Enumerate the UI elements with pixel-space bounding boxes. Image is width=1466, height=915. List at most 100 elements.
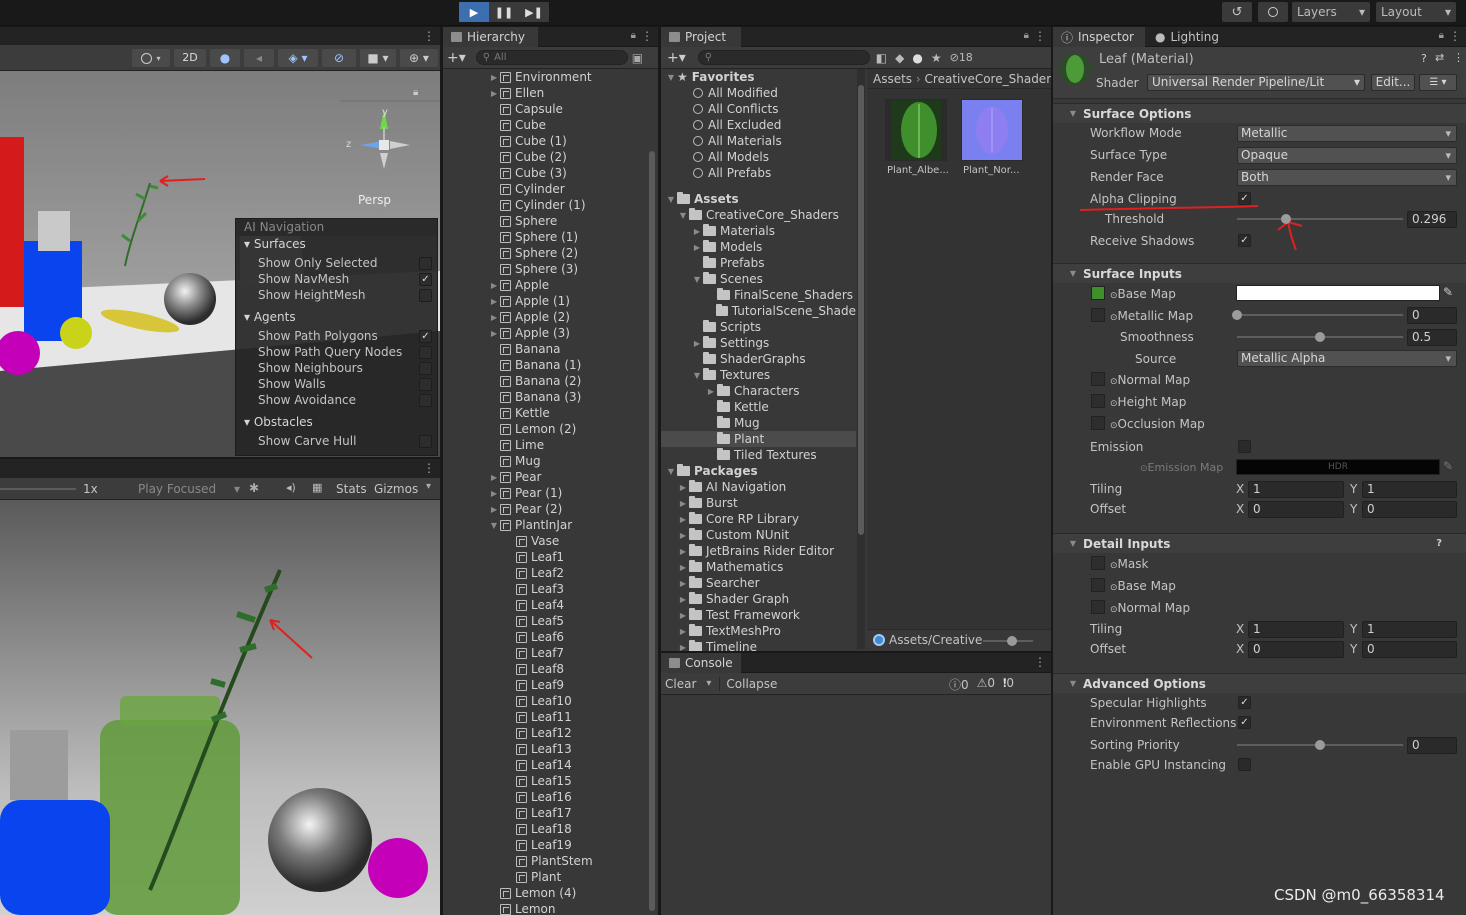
hierarchy-item[interactable]: Leaf17: [488, 805, 658, 821]
asset-plant-albedo[interactable]: [885, 99, 947, 161]
project-tree-item[interactable]: ▶ Custom NUnit: [661, 527, 856, 543]
tab-lighting[interactable]: ● Lighting: [1147, 27, 1227, 47]
occlusion-map-texture-slot[interactable]: [1091, 416, 1105, 430]
collapsed-arrow-icon[interactable]: ▶: [691, 339, 703, 348]
asset-plant-normal[interactable]: [961, 99, 1023, 161]
project-tree-item[interactable]: ▶ Timeline: [661, 639, 856, 651]
project-tree-item[interactable]: ▶ Test Framework: [661, 607, 856, 623]
collapsed-arrow-icon[interactable]: ▶: [488, 505, 500, 514]
collapsed-arrow-icon[interactable]: ▶: [677, 547, 689, 556]
hierarchy-item[interactable]: ▶ Apple: [488, 277, 658, 293]
log-filter-toggle[interactable]: ⓘ0: [949, 676, 969, 693]
hierarchy-item[interactable]: Cube (3): [488, 165, 658, 181]
project-tree-item[interactable]: Mug: [661, 415, 856, 431]
collapsed-arrow-icon[interactable]: ▶: [488, 297, 500, 306]
add-icon[interactable]: +▾: [447, 50, 466, 66]
stats-toggle[interactable]: Stats: [336, 482, 367, 496]
effects-dropdown[interactable]: ◈ ▾: [278, 49, 318, 67]
pause-button[interactable]: ❚❚: [489, 2, 519, 22]
detail-offset-x-field[interactable]: 0: [1248, 641, 1344, 658]
collapsed-arrow-icon[interactable]: ▶: [488, 89, 500, 98]
object-picker-icon[interactable]: ⊙: [1110, 377, 1118, 387]
breadcrumb-assets[interactable]: Assets: [873, 72, 912, 86]
project-tree-item[interactable]: Kettle: [661, 399, 856, 415]
hierarchy-item[interactable]: Leaf16: [488, 789, 658, 805]
detail-normal-map-texture-slot[interactable]: [1091, 600, 1105, 614]
obstacles-foldout[interactable]: ▾ Obstacles: [244, 415, 313, 429]
mute-audio-icon[interactable]: ◂): [286, 481, 296, 494]
hierarchy-item[interactable]: Leaf1: [488, 549, 658, 565]
project-tree-item[interactable]: ShaderGraphs: [661, 351, 856, 367]
hierarchy-item[interactable]: ▶ Apple (1): [488, 293, 658, 309]
hierarchy-item[interactable]: Banana: [488, 341, 658, 357]
metallic-slider-track[interactable]: [1237, 314, 1403, 316]
edit-shader-button[interactable]: Edit...: [1371, 74, 1415, 91]
hierarchy-item[interactable]: Lime: [488, 437, 658, 453]
project-tree-item[interactable]: All Prefabs: [661, 165, 856, 181]
lighting-toggle[interactable]: ●: [210, 49, 240, 67]
search-button[interactable]: [1258, 2, 1288, 22]
project-tree-item[interactable]: ▶ JetBrains Rider Editor: [661, 543, 856, 559]
project-tree-item[interactable]: ▶ Mathematics: [661, 559, 856, 575]
project-tree-item[interactable]: ▶ Characters: [661, 383, 856, 399]
collapsed-arrow-icon[interactable]: ▶: [677, 611, 689, 620]
tab-console[interactable]: Console: [661, 653, 741, 673]
lock-icon[interactable]: 🔒︎: [631, 30, 636, 41]
project-search-input[interactable]: ⚲: [697, 50, 870, 65]
environment-reflections-checkbox[interactable]: ✓: [1238, 716, 1251, 729]
offset-y-field[interactable]: 0: [1362, 501, 1457, 518]
detail-base-map-texture-slot[interactable]: [1091, 578, 1105, 592]
detail-tiling-x-field[interactable]: 1: [1248, 621, 1344, 638]
clear-button[interactable]: Clear: [665, 677, 696, 691]
render-face-dropdown[interactable]: Both: [1237, 169, 1457, 186]
surfaces-foldout[interactable]: ▾ Surfaces: [244, 237, 306, 251]
step-button[interactable]: ▶❚: [519, 2, 549, 22]
hierarchy-item[interactable]: Sphere (2): [488, 245, 658, 261]
workflow-mode-dropdown[interactable]: Metallic: [1237, 125, 1457, 142]
project-tree-item[interactable]: ▶ Materials: [661, 223, 856, 239]
expanded-arrow-icon[interactable]: ▼: [665, 195, 677, 204]
hierarchy-item[interactable]: Cube (2): [488, 149, 658, 165]
project-tree-item[interactable]: ▶ AI Navigation: [661, 479, 856, 495]
show-heightmesh-checkbox[interactable]: [419, 289, 432, 302]
preset-icon[interactable]: ⇄: [1435, 51, 1444, 64]
project-tree-item[interactable]: FinalScene_Shaders: [661, 287, 856, 303]
project-tree-item[interactable]: Plant: [661, 431, 856, 447]
metallic-slider-knob[interactable]: [1232, 310, 1242, 320]
lock-icon[interactable]: 🔒︎: [1439, 30, 1444, 41]
hierarchy-item[interactable]: ▶ Pear (2): [488, 501, 658, 517]
project-tree-item[interactable]: ▶ Searcher: [661, 575, 856, 591]
search-by-type-icon[interactable]: ◧: [876, 51, 887, 65]
hierarchy-item[interactable]: Leaf6: [488, 629, 658, 645]
hierarchy-item[interactable]: Lemon (2): [488, 421, 658, 437]
object-picker-icon[interactable]: ⊙: [1110, 313, 1118, 323]
play-focused-dropdown[interactable]: Play Focused ▾: [134, 480, 242, 498]
error-filter-toggle[interactable]: ❗︎0: [1003, 676, 1014, 693]
hierarchy-item[interactable]: ▶ Pear (1): [488, 485, 658, 501]
gizmos-dropdown[interactable]: ⊕ ▾: [400, 49, 438, 67]
hierarchy-item[interactable]: PlantStem: [488, 853, 658, 869]
mask-texture-slot[interactable]: [1091, 556, 1105, 570]
clear-options-dropdown[interactable]: ▾: [706, 678, 711, 689]
project-tree-item[interactable]: Prefabs: [661, 255, 856, 271]
hierarchy-item[interactable]: ▶ Ellen: [488, 85, 658, 101]
scale-slider-track[interactable]: [0, 488, 76, 490]
favorite-star-icon[interactable]: ★: [931, 51, 942, 65]
collapsed-arrow-icon[interactable]: ▶: [691, 227, 703, 236]
specular-highlights-checkbox[interactable]: ✓: [1238, 696, 1251, 709]
scrollbar-thumb[interactable]: [858, 85, 864, 535]
show-carve-hull-checkbox[interactable]: [419, 435, 432, 448]
sorting-priority-slider-knob[interactable]: [1315, 740, 1325, 750]
expanded-arrow-icon[interactable]: ▼: [677, 211, 689, 220]
project-tree-item[interactable]: ▶ Burst: [661, 495, 856, 511]
tiling-x-field[interactable]: 1: [1248, 481, 1344, 498]
offset-x-field[interactable]: 0: [1248, 501, 1344, 518]
hierarchy-item[interactable]: Leaf3: [488, 581, 658, 597]
hierarchy-item[interactable]: Cylinder (1): [488, 197, 658, 213]
show-walls-checkbox[interactable]: [419, 378, 432, 391]
more-options-icon[interactable]: ⋮: [641, 29, 653, 43]
lock-icon[interactable]: 🔒︎: [1024, 30, 1029, 41]
more-options-icon[interactable]: ⋮: [1449, 29, 1461, 43]
emission-color-field[interactable]: HDR: [1236, 459, 1440, 475]
show-path-polygons-checkbox[interactable]: ✓: [419, 330, 432, 343]
